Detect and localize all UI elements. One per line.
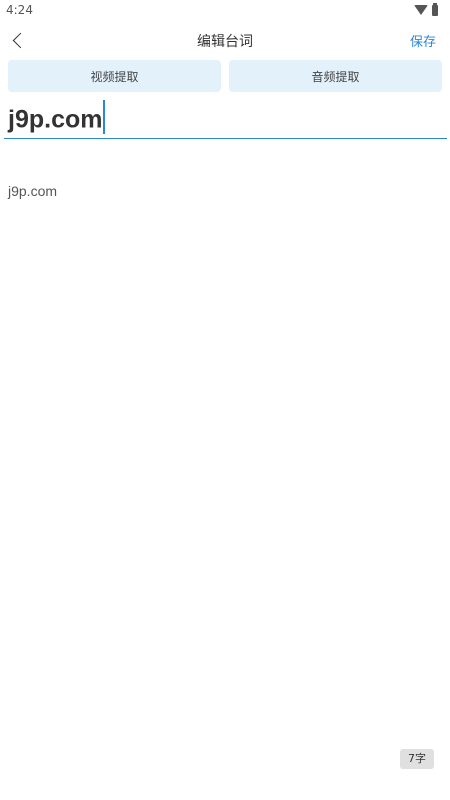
battery-icon bbox=[432, 2, 438, 16]
status-icons bbox=[414, 2, 438, 17]
title-input[interactable]: j9p.com bbox=[8, 100, 105, 138]
body-text-area[interactable]: j9p.com bbox=[8, 183, 57, 199]
char-count-badge: 7字 bbox=[400, 749, 434, 769]
status-bar: 4:24 bbox=[0, 0, 450, 22]
title-field[interactable]: j9p.com bbox=[4, 98, 447, 139]
text-cursor bbox=[103, 100, 105, 134]
title-input-value: j9p.com bbox=[8, 105, 103, 134]
navbar: 编辑台词 保存 bbox=[0, 22, 450, 58]
status-time: 4:24 bbox=[6, 3, 33, 17]
extract-toolbar: 视频提取 音频提取 bbox=[8, 60, 442, 92]
video-extract-button[interactable]: 视频提取 bbox=[8, 60, 221, 92]
wifi-icon bbox=[414, 5, 428, 15]
save-button[interactable]: 保存 bbox=[410, 31, 436, 50]
audio-extract-button[interactable]: 音频提取 bbox=[229, 60, 442, 92]
page-title: 编辑台词 bbox=[197, 34, 253, 50]
